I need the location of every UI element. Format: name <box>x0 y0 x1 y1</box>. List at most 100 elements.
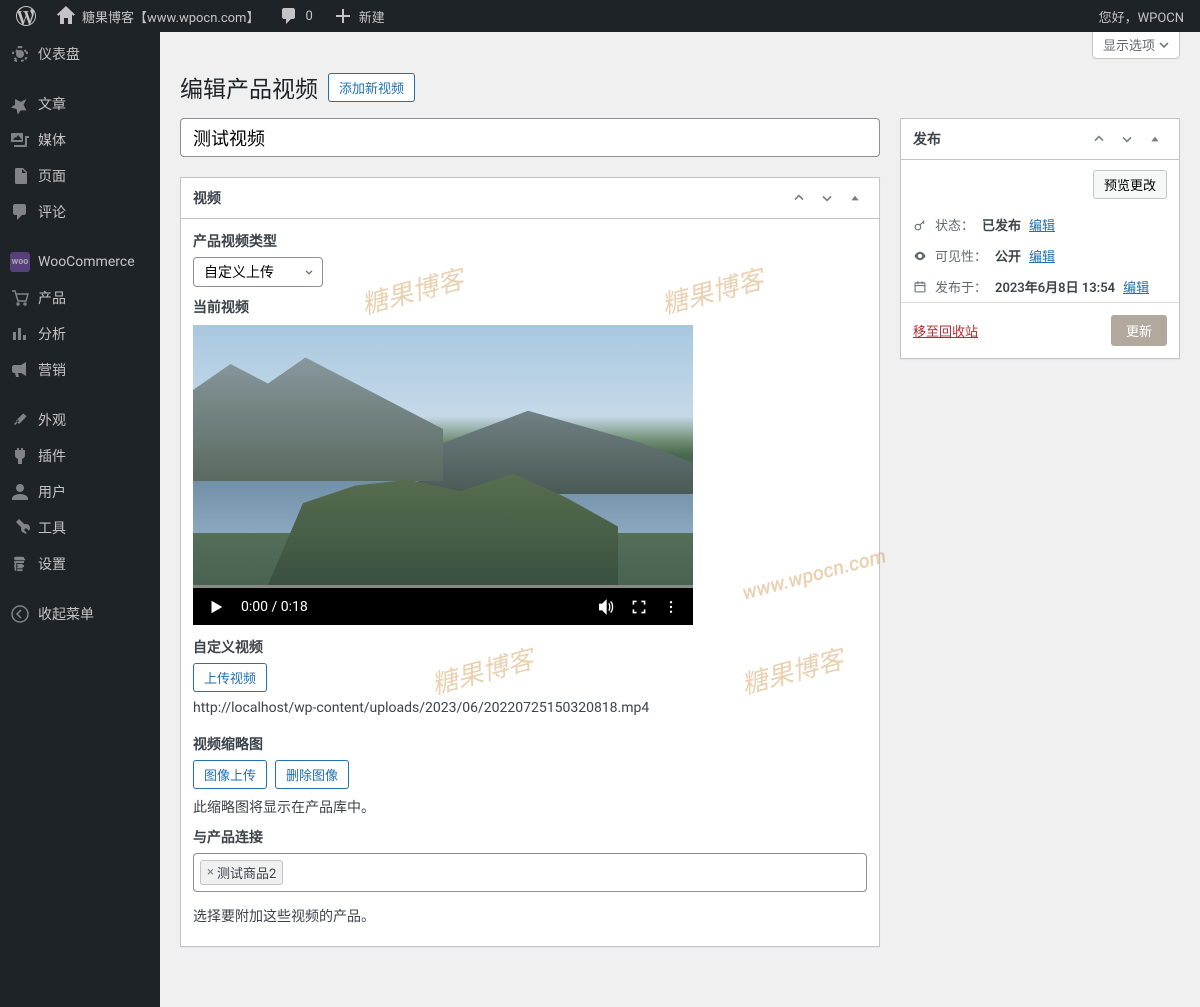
sidebar-item-label: 用户 <box>38 482 66 502</box>
tag-label: 测试商品2 <box>217 863 276 882</box>
thumbnail-help: 此缩略图将显示在产品库中。 <box>193 797 867 817</box>
sidebar-item-marketing[interactable]: 营销 <box>0 352 160 388</box>
custom-video-label: 自定义视频 <box>193 637 867 657</box>
my-account[interactable]: 您好，WPOCN <box>1091 0 1192 32</box>
sidebar-item-label: 设置 <box>38 554 66 574</box>
volume-icon <box>597 598 615 616</box>
published-date: 2023年6月8日 13:54 <box>995 277 1115 296</box>
visibility-icon <box>913 249 927 263</box>
sidebar-item-label: 插件 <box>38 446 66 466</box>
comments-link[interactable]: 0 <box>271 0 320 32</box>
move-down-button[interactable] <box>815 186 839 210</box>
comment-count: 0 <box>305 9 312 24</box>
main-content: 糖果博客 糖果博客 糖果博客 糖果博客 www.wpocn.com www.wp… <box>160 32 1200 1007</box>
thumbnail-label: 视频缩略图 <box>193 734 867 754</box>
appearance-icon <box>10 410 30 430</box>
sidebar-item-label: 外观 <box>38 410 66 430</box>
chevron-down-icon <box>1159 40 1169 50</box>
tools-icon <box>10 518 30 538</box>
update-button[interactable]: 更新 <box>1111 315 1167 346</box>
delete-image-button[interactable]: 删除图像 <box>275 760 349 789</box>
site-name-link[interactable]: 糖果博客【www.wpocn.com】 <box>48 0 267 32</box>
upload-image-button[interactable]: 图像上传 <box>193 760 267 789</box>
video-type-select[interactable]: 自定义上传 <box>193 257 323 287</box>
post-title-input[interactable] <box>180 118 880 157</box>
sidebar-item-collapse[interactable]: 收起菜单 <box>0 596 160 632</box>
sidebar-item-woocommerce[interactable]: wooWooCommerce <box>0 244 160 280</box>
sidebar-item-appearance[interactable]: 外观 <box>0 402 160 438</box>
sidebar-item-comments[interactable]: 评论 <box>0 194 160 230</box>
home-icon <box>56 6 76 26</box>
chevron-up-icon <box>1091 131 1107 147</box>
edit-visibility-link[interactable]: 编辑 <box>1029 246 1055 265</box>
calendar-icon <box>913 280 927 294</box>
volume-button[interactable] <box>597 598 615 616</box>
video-player[interactable]: 0:00 / 0:18 <box>193 325 693 625</box>
sidebar-item-tools[interactable]: 工具 <box>0 510 160 546</box>
published-on-label: 发布于： <box>935 277 987 296</box>
more-button[interactable] <box>663 599 679 615</box>
add-new-video-button[interactable]: 添加新视频 <box>328 73 415 102</box>
collapse-icon <box>10 604 30 624</box>
edit-date-link[interactable]: 编辑 <box>1123 277 1149 296</box>
play-button[interactable] <box>207 598 225 616</box>
sidebar-item-label: 收起菜单 <box>38 604 94 624</box>
metabox-title: 视频 <box>193 188 221 208</box>
chevron-up-icon <box>791 190 807 206</box>
wp-logo[interactable] <box>8 0 44 32</box>
sidebar-item-settings[interactable]: 设置 <box>0 546 160 582</box>
status-value: 已发布 <box>982 215 1021 234</box>
move-up-button[interactable] <box>787 186 811 210</box>
remove-tag-button[interactable]: × <box>207 865 214 880</box>
edit-status-link[interactable]: 编辑 <box>1029 215 1055 234</box>
move-down-button[interactable] <box>1115 127 1139 151</box>
greeting-text: 您好，WPOCN <box>1099 7 1184 26</box>
toggle-button[interactable] <box>1143 127 1167 151</box>
sidebar-item-label: WooCommerce <box>38 254 135 270</box>
sidebar-item-plugins[interactable]: 插件 <box>0 438 160 474</box>
product-link-input[interactable]: × 测试商品2 <box>193 853 867 892</box>
sidebar-item-label: 文章 <box>38 94 66 114</box>
video-url: http://localhost/wp-content/uploads/2023… <box>193 700 867 716</box>
plus-icon <box>333 6 353 26</box>
upload-video-button[interactable]: 上传视频 <box>193 663 267 692</box>
triangle-up-icon <box>1149 133 1161 145</box>
new-content-link[interactable]: 新建 <box>325 0 393 32</box>
admin-bar: 糖果博客【www.wpocn.com】 0 新建 您好，WPOCN <box>0 0 1200 32</box>
new-label: 新建 <box>359 7 385 26</box>
metabox-title: 发布 <box>913 129 941 149</box>
users-icon <box>10 482 30 502</box>
marketing-icon <box>10 360 30 380</box>
visibility-value: 公开 <box>995 246 1021 265</box>
sidebar-item-users[interactable]: 用户 <box>0 474 160 510</box>
sidebar-item-pages[interactable]: 页面 <box>0 158 160 194</box>
sidebar-item-label: 评论 <box>38 202 66 222</box>
status-label: 状态： <box>935 215 974 234</box>
preview-changes-button[interactable]: 预览更改 <box>1093 170 1167 199</box>
page-title: 编辑产品视频 <box>180 70 318 104</box>
more-vertical-icon <box>663 599 679 615</box>
sidebar-item-label: 分析 <box>38 324 66 344</box>
sidebar-item-analytics[interactable]: 分析 <box>0 316 160 352</box>
sidebar-item-label: 仪表盘 <box>38 44 80 64</box>
product-tag: × 测试商品2 <box>200 860 283 885</box>
media-icon <box>10 130 30 150</box>
analytics-icon <box>10 324 30 344</box>
move-to-trash-link[interactable]: 移至回收站 <box>913 321 978 340</box>
sidebar-item-label: 工具 <box>38 518 66 538</box>
sidebar-item-dashboard[interactable]: 仪表盘 <box>0 36 160 72</box>
plugins-icon <box>10 446 30 466</box>
sidebar-item-media[interactable]: 媒体 <box>0 122 160 158</box>
screen-options-label: 显示选项 <box>1103 35 1155 54</box>
sidebar-item-products[interactable]: 产品 <box>0 280 160 316</box>
toggle-button[interactable] <box>843 186 867 210</box>
move-up-button[interactable] <box>1087 127 1111 151</box>
video-metabox: 视频 产品视频类型 自定义上传 <box>180 177 880 947</box>
sidebar-item-posts[interactable]: 文章 <box>0 86 160 122</box>
sidebar-item-label: 产品 <box>38 288 66 308</box>
settings-icon <box>10 554 30 574</box>
fullscreen-button[interactable] <box>631 599 647 615</box>
video-type-label: 产品视频类型 <box>193 231 867 251</box>
comment-icon <box>279 6 299 26</box>
screen-options-toggle[interactable]: 显示选项 <box>1092 32 1180 59</box>
